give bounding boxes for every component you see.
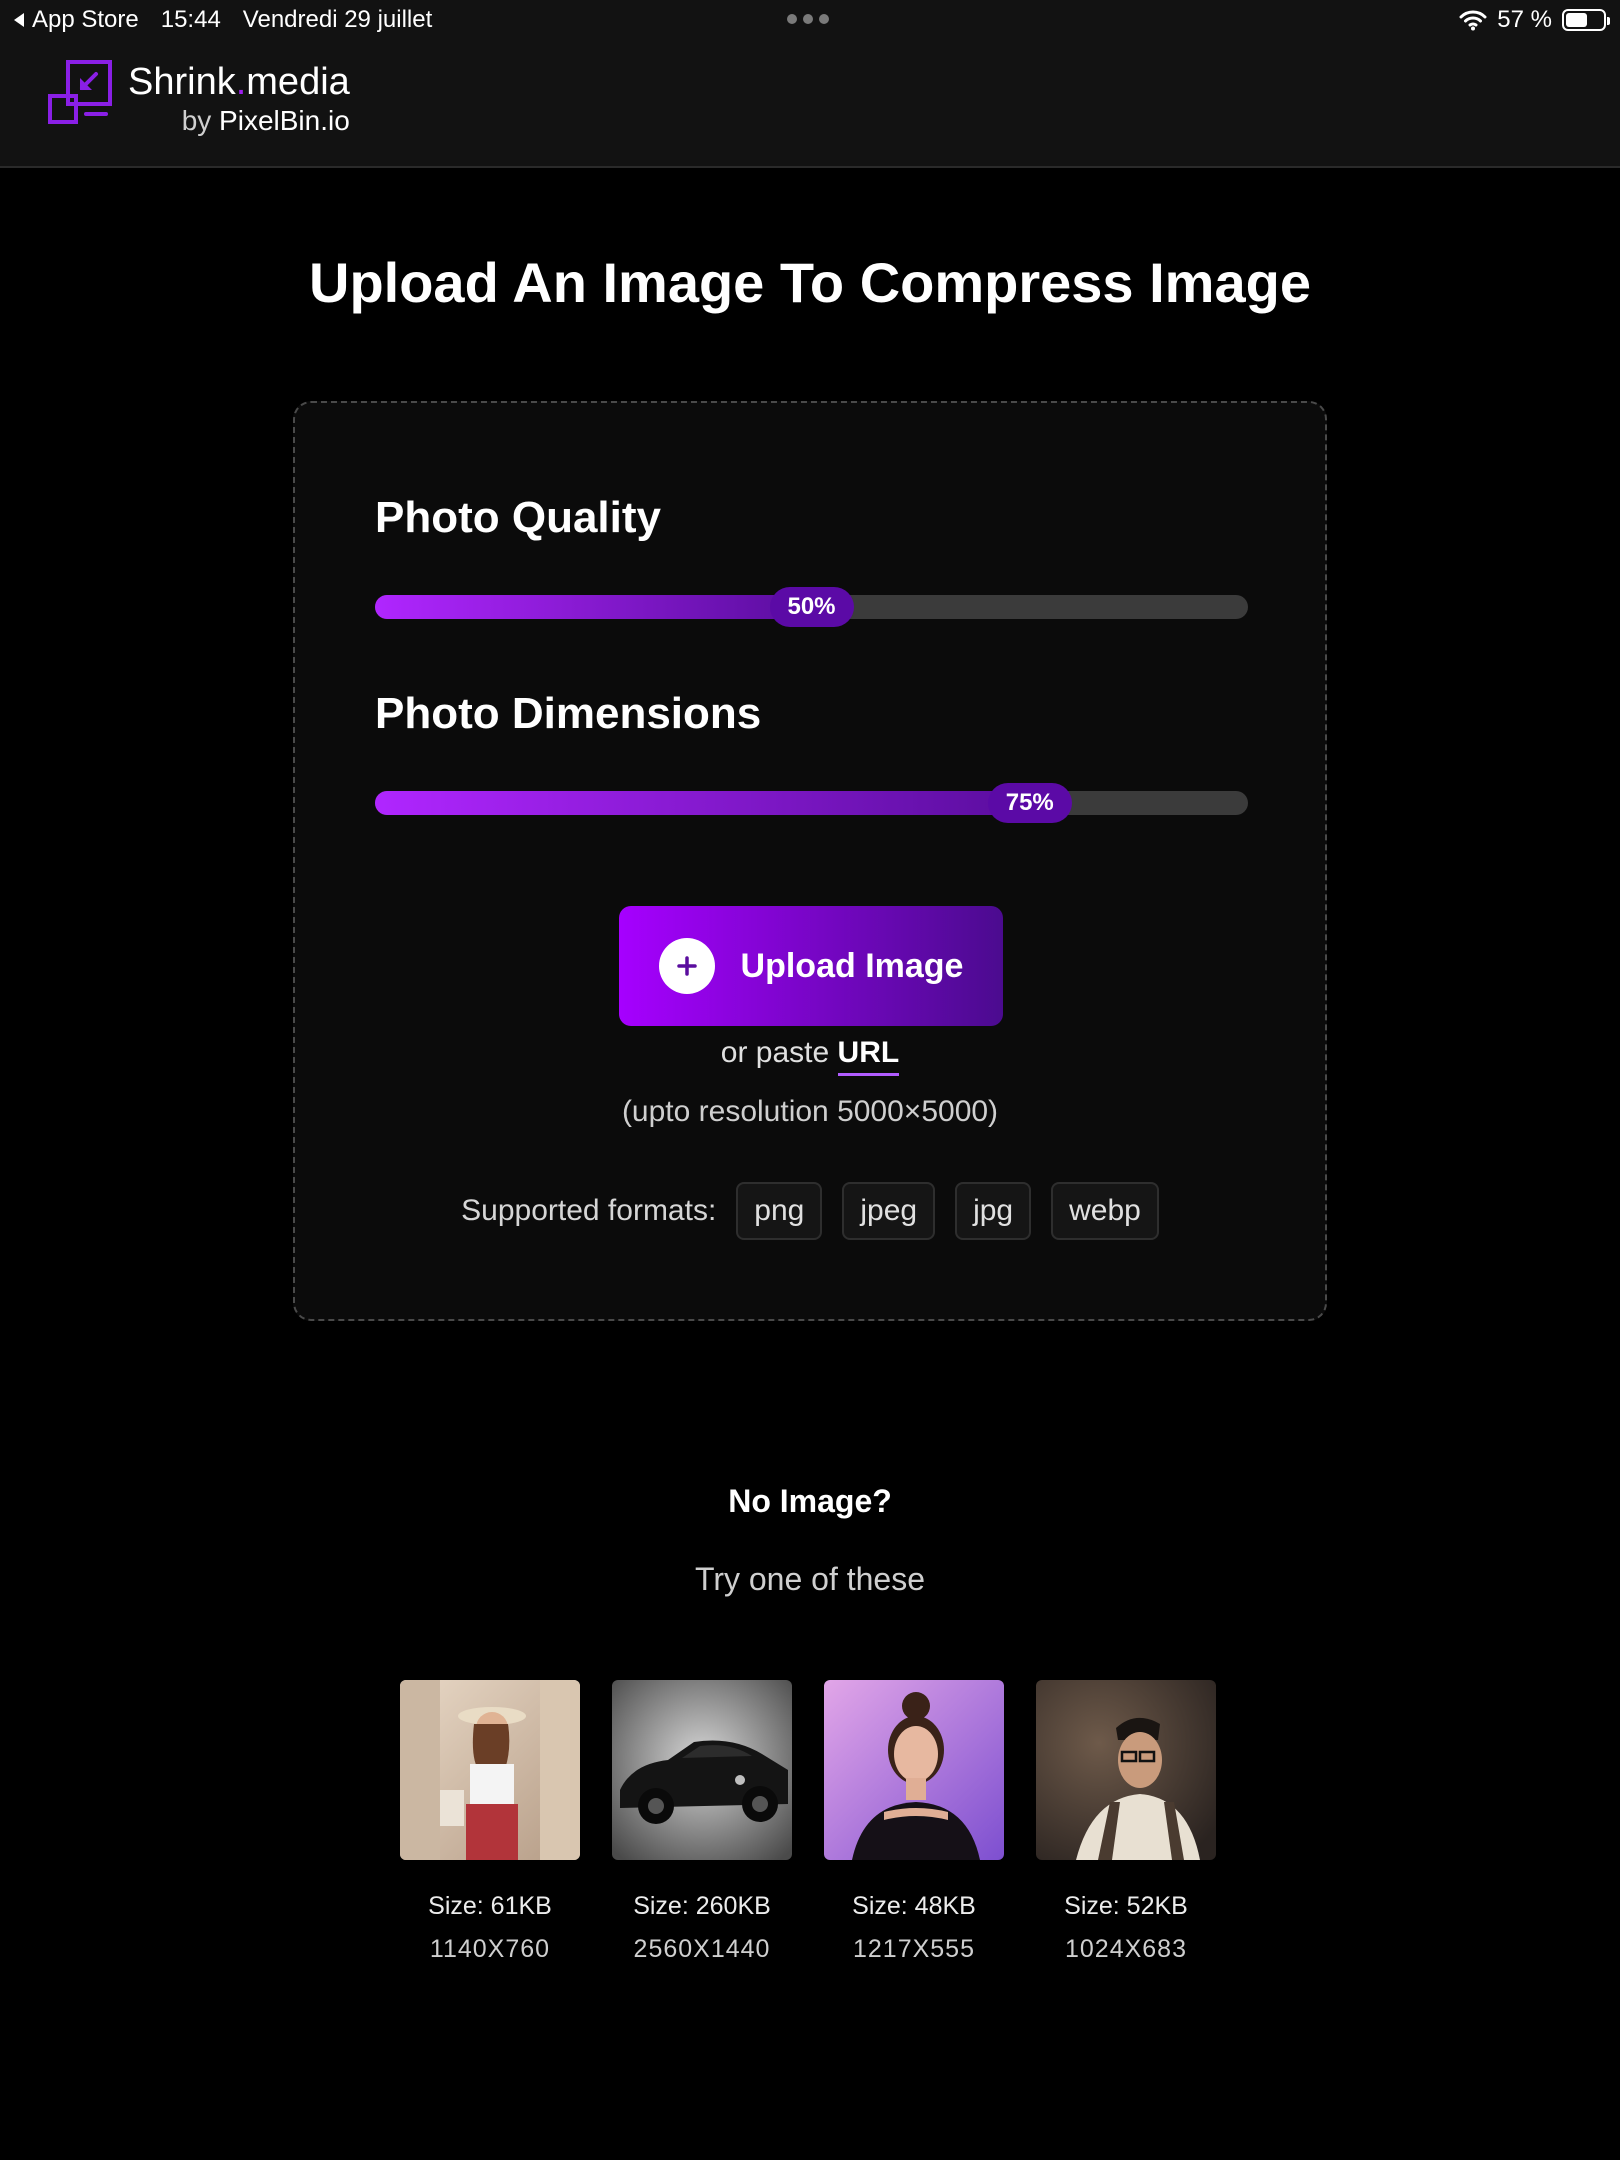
shrink-media-logo[interactable]: Shrink.media by PixelBin.io: [48, 60, 350, 138]
photo-quality-slider[interactable]: 50%: [375, 587, 1248, 627]
upload-image-button[interactable]: Upload Image: [619, 906, 1003, 1026]
try-one-text: Try one of these: [694, 1561, 926, 1597]
page-title: Upload An Image To Compress Image: [309, 251, 1311, 314]
format-chip-jpeg: jpeg: [842, 1182, 936, 1240]
formats-label: Supported formats:: [461, 1194, 717, 1227]
paste-url-line: or paste URL: [295, 1036, 1325, 1076]
format-chip-png: png: [736, 1182, 823, 1240]
photo-dimensions-fill: [375, 791, 1030, 815]
sample-dimensions: 1024X683: [1064, 1935, 1187, 1963]
wifi-icon: [1459, 10, 1487, 31]
status-left: App Store 15:44 Vendredi 29 juillet: [12, 6, 432, 34]
sample-dimensions: 1217X555: [852, 1935, 975, 1963]
back-arrow-icon: [14, 13, 24, 27]
battery-icon: [1562, 9, 1610, 31]
format-chip-webp: webp: [1051, 1182, 1159, 1240]
no-image-heading: No Image?: [728, 1483, 892, 1519]
sample-item[interactable]: Size: 48KB 1217X555: [824, 1680, 1004, 1964]
status-bar: App Store 15:44 Vendredi 29 juillet 57 %: [0, 0, 1620, 40]
battery-percent: 57 %: [1497, 6, 1552, 33]
sample-size: Size: 61KB: [428, 1892, 552, 1920]
photo-quality-fill: [375, 595, 812, 619]
man-portrait-photo-icon[interactable]: [1036, 1680, 1216, 1860]
brand-byline: by PixelBin.io: [181, 105, 350, 136]
logo-text: Shrink.media by PixelBin.io: [128, 60, 350, 138]
format-chip-jpg: jpg: [955, 1182, 1032, 1240]
paste-url-link[interactable]: URL: [837, 1036, 900, 1076]
resolution-note: (upto resolution 5000×5000): [621, 1095, 999, 1128]
sample-dimensions: 1140X760: [429, 1935, 551, 1963]
photo-quality-thumb[interactable]: 50%: [769, 587, 854, 627]
status-time: 15:44: [160, 6, 221, 33]
multitasking-dots-icon[interactable]: [787, 14, 829, 24]
sample-item[interactable]: Size: 52KB 1024X683: [1036, 1680, 1216, 1964]
status-right: 57 %: [1459, 6, 1610, 34]
shrink-logo-icon: [48, 60, 112, 124]
sample-size: Size: 48KB: [852, 1892, 976, 1920]
woman-portrait-photo-icon[interactable]: [824, 1680, 1004, 1860]
supported-formats: Supported formats: png jpeg jpg webp: [295, 1182, 1325, 1240]
back-app-label: App Store: [32, 6, 139, 33]
brand-name: Shrink.media: [128, 61, 350, 103]
status-date: Vendredi 29 juillet: [242, 6, 433, 33]
sample-dimensions: 2560X1440: [633, 1935, 771, 1963]
plus-icon: [658, 938, 715, 994]
sample-size: Size: 52KB: [1064, 1892, 1188, 1920]
photo-quality-label: Photo Quality: [375, 493, 661, 542]
upload-dropzone[interactable]: Photo Quality 50% Photo Dimensions 75% U…: [293, 401, 1327, 1321]
sample-images: Size: 61KB 1140X760 Size: 260KB 2560X144…: [400, 1680, 1216, 1964]
sample-item[interactable]: Size: 61KB 1140X760: [400, 1680, 580, 1964]
upload-image-label: Upload Image: [740, 946, 964, 985]
black-car-photo-icon[interactable]: [612, 1680, 792, 1860]
woman-with-hat-photo-icon[interactable]: [400, 1680, 580, 1860]
sample-size: Size: 260KB: [633, 1892, 771, 1920]
sample-item[interactable]: Size: 260KB 2560X1440: [612, 1680, 792, 1964]
paste-prefix: or paste: [720, 1036, 830, 1069]
photo-dimensions-slider[interactable]: 75%: [375, 783, 1248, 823]
back-to-app-store[interactable]: App Store: [12, 6, 139, 34]
photo-dimensions-thumb[interactable]: 75%: [987, 783, 1072, 823]
photo-dimensions-label: Photo Dimensions: [375, 689, 762, 738]
site-header: Shrink.media by PixelBin.io: [0, 40, 1620, 168]
